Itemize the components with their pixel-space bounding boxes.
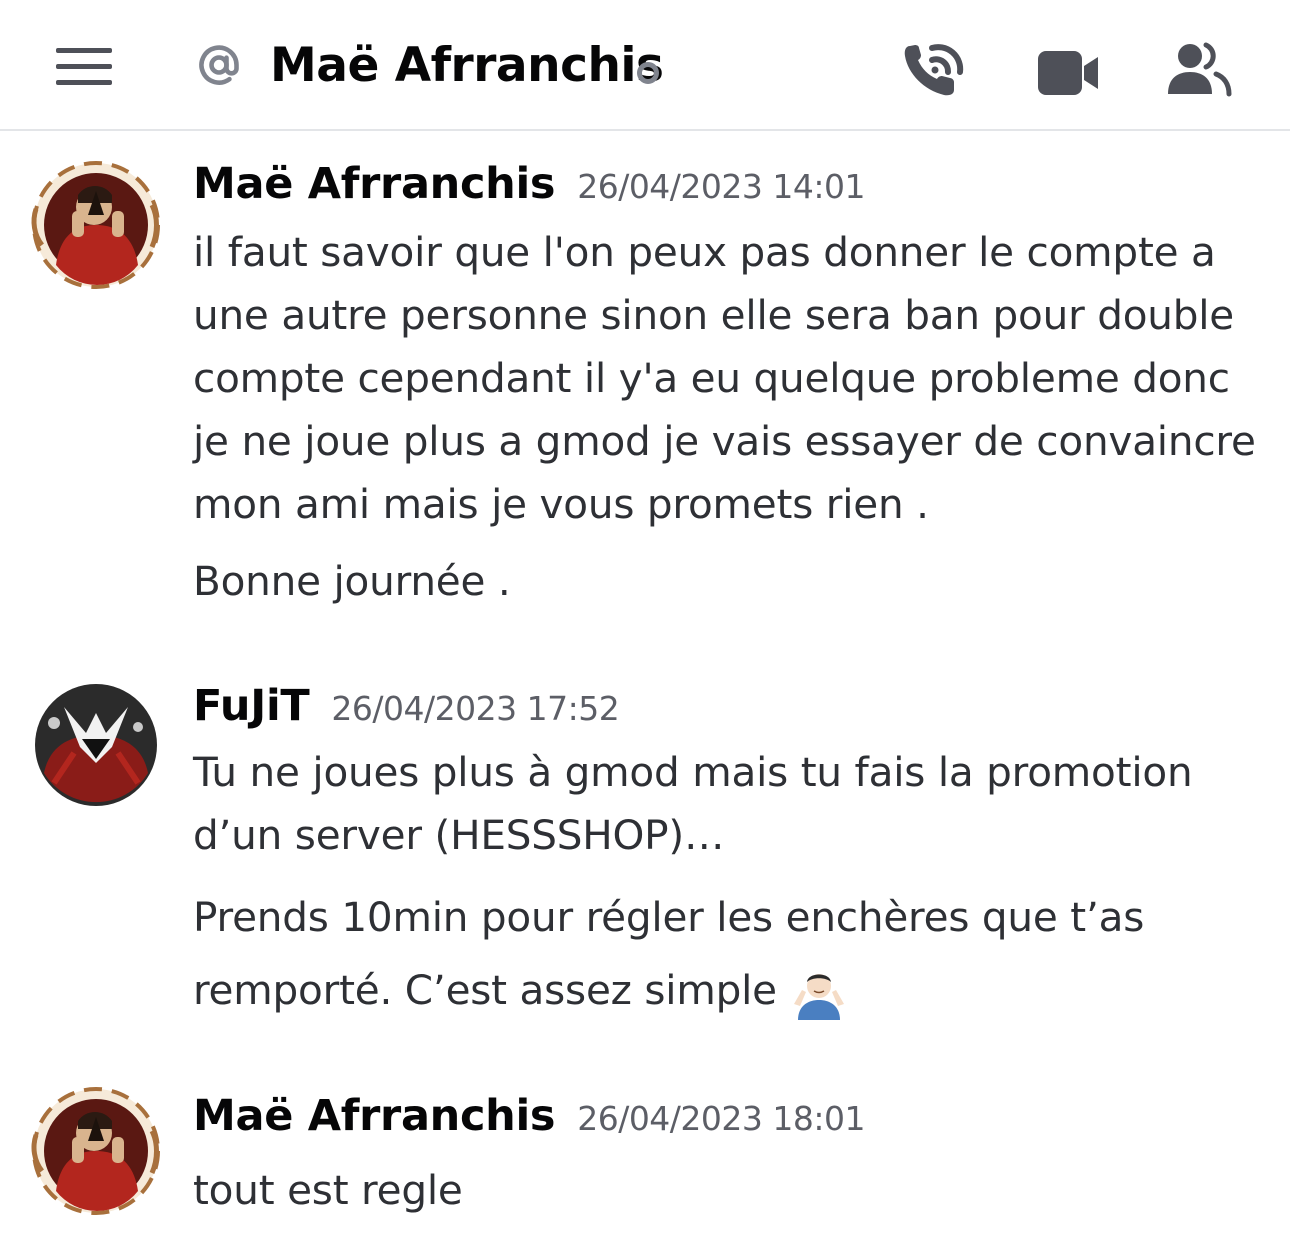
message-text-content: Prends 10min pour régler les enchères qu… — [193, 893, 1145, 1014]
message-author[interactable]: FuJiT — [193, 681, 310, 731]
message-author[interactable]: Maë Afrranchis — [193, 159, 556, 209]
at-icon — [199, 45, 239, 85]
person-shrugging-emoji — [793, 974, 844, 1020]
call-icon[interactable] — [902, 40, 966, 98]
user-avatar[interactable] — [34, 683, 158, 807]
message-text: Prends 10min pour régler les enchères qu… — [193, 881, 1173, 1027]
message-timestamp: 26/04/2023 18:01 — [577, 1099, 865, 1138]
message-header: Maë Afrranchis 26/04/2023 18:01 — [193, 1091, 865, 1141]
message-timestamp: 26/04/2023 17:52 — [331, 689, 620, 728]
message-timestamp: 26/04/2023 14:01 — [577, 167, 865, 206]
message-text: tout est regle — [193, 1166, 463, 1214]
user-avatar[interactable] — [26, 1081, 166, 1221]
message-header: Maë Afrranchis 26/04/2023 14:01 — [193, 159, 865, 209]
message-text: Bonne journée . — [193, 557, 511, 605]
user-avatar[interactable] — [26, 155, 166, 295]
video-icon[interactable] — [1036, 44, 1100, 102]
channel-title[interactable]: Maë Afrranchis — [270, 38, 664, 93]
members-icon[interactable] — [1168, 40, 1232, 98]
offline-status-icon — [637, 62, 659, 84]
message-author[interactable]: Maë Afrranchis — [193, 1091, 556, 1141]
message-text: il faut savoir que l'on peux pas donner … — [193, 228, 1256, 528]
message-text: Tu ne joues plus à gmod mais tu fais la … — [193, 748, 1193, 859]
channel-header: Maë Afrranchis — [0, 0, 1290, 131]
menu-icon[interactable] — [56, 48, 112, 86]
message-header: FuJiT 26/04/2023 17:52 — [193, 681, 620, 731]
